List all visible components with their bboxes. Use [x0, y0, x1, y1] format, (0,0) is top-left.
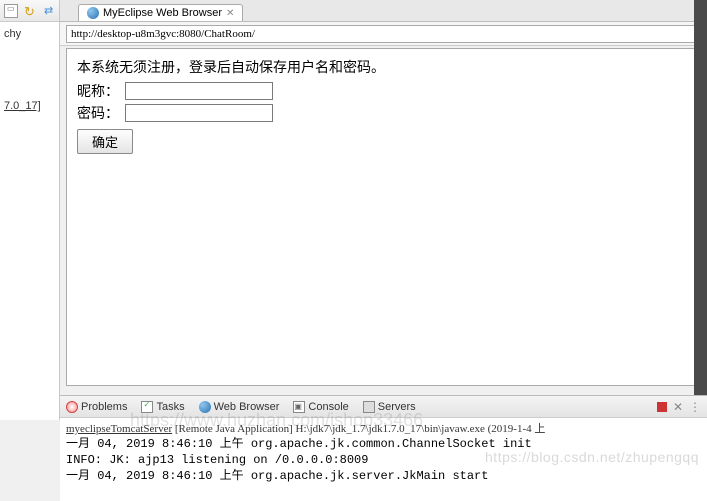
info-message: 本系统无须注册，登录后自动保存用户名和密码。: [77, 57, 690, 77]
nickname-label: 昵称：: [77, 81, 125, 101]
tab-problems[interactable]: Problems: [66, 401, 127, 413]
left-sidebar: ↻ ⇄ chy 7.0_17]: [0, 0, 60, 420]
remove-icon[interactable]: ✕: [673, 400, 683, 414]
nickname-row: 昵称：: [77, 81, 690, 101]
tab-servers[interactable]: Servers: [363, 401, 416, 413]
servers-icon: [363, 401, 375, 413]
browser-tab[interactable]: MyEclipse Web Browser ✕: [78, 4, 243, 21]
main-area: MyEclipse Web Browser ✕ 本系统无须注册，登录后自动保存用…: [60, 0, 707, 395]
stop-icon[interactable]: [657, 402, 667, 412]
tab-console[interactable]: Console: [293, 401, 348, 413]
problems-icon: [66, 401, 78, 413]
url-input[interactable]: [66, 25, 701, 43]
console-log[interactable]: 一月 04, 2019 8:46:10 上午 org.apache.jk.com…: [66, 436, 701, 485]
tasks-icon: [141, 401, 153, 413]
link-icon[interactable]: ⇄: [44, 4, 58, 18]
web-icon: [199, 401, 211, 413]
left-content: chy 7.0_17]: [0, 22, 59, 118]
console-header: myeclipseTomcatServer [Remote Java Appli…: [66, 420, 701, 436]
bottom-panel: Problems Tasks Web Browser Console Serve…: [60, 395, 707, 501]
tab-web-browser[interactable]: Web Browser: [199, 401, 280, 413]
left-toolbar: ↻ ⇄: [0, 0, 59, 22]
password-label: 密码：: [77, 103, 125, 123]
tab-trunc: [64, 17, 72, 21]
password-input[interactable]: [125, 104, 273, 122]
console-controls: ✕ ⋮: [657, 400, 701, 414]
console-icon: [293, 401, 305, 413]
globe-icon: [87, 7, 99, 19]
editor-tab-bar: MyEclipse Web Browser ✕: [60, 0, 707, 22]
browser-viewport: 本系统无须注册，登录后自动保存用户名和密码。 昵称： 密码： 确定: [66, 48, 701, 386]
console-app-name[interactable]: myeclipseTomcatServer: [66, 423, 172, 435]
sidebar-title-trunc: chy: [4, 28, 55, 40]
submit-button[interactable]: 确定: [77, 129, 133, 154]
console-header-rest: [Remote Java Application] H:\jdk7\jdk_1.…: [172, 423, 545, 435]
right-margin: [694, 0, 707, 401]
close-icon[interactable]: ✕: [226, 8, 234, 19]
remove-all-icon[interactable]: ⋮: [689, 400, 701, 414]
tab-tasks[interactable]: Tasks: [141, 401, 184, 413]
address-bar: [60, 22, 707, 46]
nickname-input[interactable]: [125, 82, 273, 100]
tab-title: MyEclipse Web Browser: [103, 7, 222, 19]
collapse-icon[interactable]: [4, 4, 18, 18]
bottom-tab-bar: Problems Tasks Web Browser Console Serve…: [60, 396, 707, 418]
console-body: myeclipseTomcatServer [Remote Java Appli…: [60, 418, 707, 487]
jdk-label[interactable]: 7.0_17]: [4, 100, 55, 112]
password-row: 密码：: [77, 103, 690, 123]
refresh-icon[interactable]: ↻: [24, 4, 38, 18]
